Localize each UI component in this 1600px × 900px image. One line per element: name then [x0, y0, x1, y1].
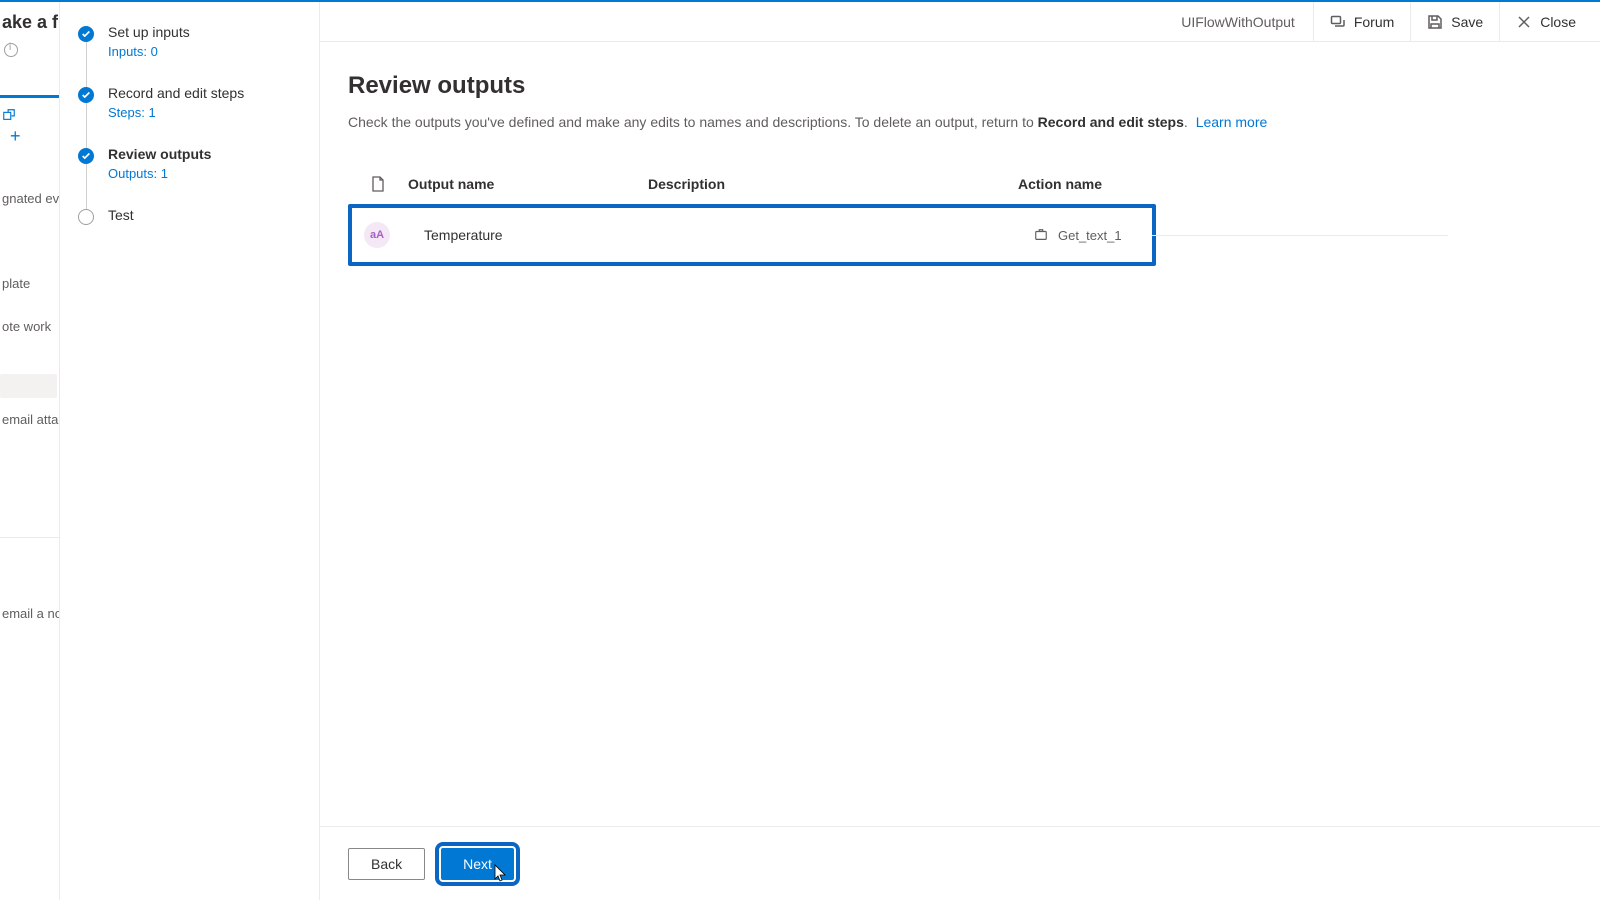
cursor-icon [494, 864, 508, 882]
desc-text: Check the outputs you've defined and mak… [348, 114, 1038, 130]
page-description: Check the outputs you've defined and mak… [348, 114, 1572, 130]
step-subtitle: Outputs: 1 [108, 166, 211, 181]
save-label: Save [1451, 14, 1483, 30]
type-cell: aA [364, 222, 424, 248]
back-button[interactable]: Back [348, 848, 425, 880]
background-text-5: email a no [0, 600, 59, 621]
step-title: Test [108, 207, 134, 223]
wizard-step-inputs[interactable]: Set up inputs Inputs: 0 [78, 24, 301, 85]
header-bar: UIFlowWithOutput Forum Save Close [320, 2, 1600, 42]
wizard-step-test[interactable]: Test [78, 207, 301, 251]
background-panel: ake a flo + gnated even plate ote work e… [0, 2, 60, 900]
learn-more-link[interactable]: Learn more [1196, 114, 1268, 130]
desc-bold: Record and edit steps [1038, 114, 1184, 130]
next-label: Next [463, 856, 492, 872]
action-name-cell: Get_text_1 [1034, 228, 1474, 243]
table-header-row: Output name Description Action name [348, 176, 1572, 204]
main-panel: UIFlowWithOutput Forum Save Close Review… [320, 2, 1600, 900]
step-title: Record and edit steps [108, 85, 244, 101]
background-text-2: plate [0, 270, 59, 291]
step-title: Set up inputs [108, 24, 190, 40]
background-icon-row [0, 98, 59, 122]
background-text-4: email attac [0, 406, 59, 427]
output-name-cell: Temperature [424, 227, 664, 243]
check-icon [78, 148, 94, 164]
wizard-step-review[interactable]: Review outputs Outputs: 1 [78, 146, 301, 207]
check-icon [78, 26, 94, 42]
footer-bar: Back Next [320, 826, 1600, 900]
wizard-step-record[interactable]: Record and edit steps Steps: 1 [78, 85, 301, 146]
table-header-output: Output name [408, 176, 648, 192]
close-button[interactable]: Close [1499, 2, 1592, 42]
action-name-text: Get_text_1 [1058, 228, 1122, 243]
table-header-action: Action name [1018, 176, 1458, 192]
content-area: Review outputs Check the outputs you've … [320, 42, 1600, 826]
forum-label: Forum [1354, 14, 1394, 30]
wizard-sidebar: Set up inputs Inputs: 0 Record and edit … [60, 2, 320, 900]
table-row[interactable]: aA Temperature Get_text_1 [348, 204, 1156, 266]
flow-name: UIFlowWithOutput [1163, 14, 1313, 30]
table-header-description: Description [648, 176, 1018, 192]
info-icon [4, 43, 18, 57]
save-button[interactable]: Save [1410, 2, 1499, 42]
forum-icon [1330, 14, 1346, 30]
table-header-icon-col [348, 176, 408, 192]
check-icon [78, 87, 94, 103]
background-text-3: ote work [0, 313, 59, 334]
background-title: ake a flo [0, 2, 59, 33]
forum-button[interactable]: Forum [1313, 2, 1410, 42]
page-title: Review outputs [348, 72, 1572, 100]
plus-icon: + [0, 122, 59, 147]
close-label: Close [1540, 14, 1576, 30]
empty-bullet-icon [78, 209, 94, 225]
background-text-1: gnated even [0, 185, 59, 206]
next-button[interactable]: Next [441, 848, 514, 880]
step-subtitle: Steps: 1 [108, 105, 244, 120]
text-type-icon: aA [364, 222, 390, 248]
background-chip [0, 374, 57, 398]
save-icon [1427, 14, 1443, 30]
outputs-table: Output name Description Action name aA T… [348, 176, 1572, 266]
action-icon [1034, 228, 1048, 242]
desc-post: . [1184, 114, 1188, 130]
close-icon [1516, 14, 1532, 30]
background-separator [0, 537, 59, 538]
document-icon [370, 176, 386, 192]
step-title: Review outputs [108, 146, 211, 162]
step-subtitle: Inputs: 0 [108, 44, 190, 59]
